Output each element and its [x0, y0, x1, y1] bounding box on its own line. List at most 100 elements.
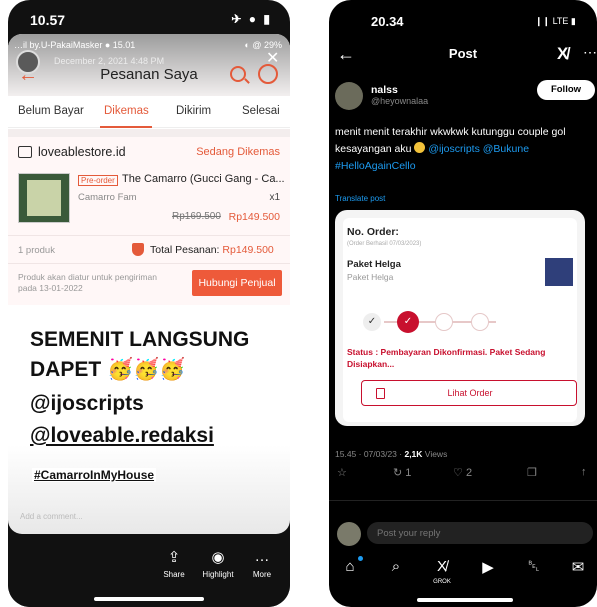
- nav-grok-label: GROK: [433, 579, 451, 585]
- share-icon: ↑: [581, 466, 587, 478]
- contact-seller-button: Hubungi Penjual: [192, 270, 282, 296]
- share-label: Share: [163, 570, 185, 579]
- highlight-icon: ◉: [211, 549, 225, 566]
- reply-input[interactable]: [367, 522, 593, 544]
- repost-icon: ↻: [393, 467, 403, 479]
- product-variant: Camarro Fam: [78, 192, 137, 203]
- heart-icon: ♡: [453, 467, 463, 479]
- nav-messages-icon[interactable]: ✉: [565, 558, 591, 576]
- product-name: The Camarro (Gucci Gang - Ca...: [122, 173, 285, 185]
- author-avatar[interactable]: [335, 82, 363, 110]
- author-name[interactable]: nalss: [371, 84, 398, 96]
- share-button[interactable]: ⇪ Share: [152, 548, 196, 579]
- author-handle[interactable]: @heyownalaa: [371, 96, 428, 106]
- reply-button[interactable]: ☆: [337, 466, 347, 479]
- like-button[interactable]: ♡ 2: [453, 466, 472, 479]
- highlight-button[interactable]: ◉ Highlight: [196, 548, 240, 579]
- right-phone: 20.34 ❙❙ LTE ▮ ← Post X̸ ⋯ nalss @heyown…: [329, 0, 597, 607]
- emoji-icon: [414, 142, 426, 153]
- nav-search-icon[interactable]: ⌕: [383, 558, 409, 575]
- bookmark-button[interactable]: ❐: [527, 466, 537, 479]
- story-frame[interactable]: …il by.U-PakaiMasker ● 15.01 ◐ @ 29% Dec…: [8, 34, 290, 534]
- shipping-note: Produk akan diatur untuk pengiriman pada…: [18, 272, 157, 293]
- total-value: Rp149.500: [222, 244, 274, 256]
- nav-video-icon[interactable]: ▶: [475, 558, 501, 576]
- product-count: 1 produk: [18, 245, 55, 256]
- like-count: 2: [465, 467, 473, 479]
- product-thumbnail: [18, 173, 70, 223]
- close-icon[interactable]: ✕: [266, 48, 279, 68]
- product-row: Pre-order The Camarro (Gucci Gang - Ca..…: [8, 167, 290, 235]
- store-icon: [18, 146, 32, 158]
- screenshot-composite: 10.57 ✈ ● ▮ …il by.U-PakaiMasker ● 15.01…: [0, 0, 597, 607]
- repost-button[interactable]: ↻ 1: [393, 466, 411, 479]
- mention-bukune[interactable]: @Bukune: [483, 143, 529, 155]
- views-count: 2,1K: [404, 449, 423, 459]
- product-qty: x1: [269, 192, 280, 203]
- own-avatar: [337, 522, 361, 546]
- story-line-3[interactable]: @ijoscripts: [30, 392, 144, 416]
- shop-header: …il by.U-PakaiMasker ● 15.01 ◐ @ 29% Dec…: [8, 34, 290, 96]
- story-text-area: SEMENIT LANGSUNG DAPET 🥳🥳🥳 @ijoscripts @…: [8, 312, 290, 534]
- store-row: loveablestore.id Sedang Dikemas: [8, 137, 290, 167]
- story-line-1: SEMENIT LANGSUNG: [30, 328, 250, 351]
- follow-button[interactable]: Follow: [537, 80, 595, 100]
- repost-count: 1: [405, 467, 412, 479]
- reply-icon: ☆: [337, 467, 347, 479]
- active-tab-indicator: [100, 126, 152, 128]
- story-hashtag[interactable]: #CamarroInMyHouse: [32, 468, 157, 482]
- story-date: December 2, 2021 4:48 PM: [54, 56, 165, 66]
- more-icon[interactable]: ⋯: [583, 44, 597, 61]
- grok-icon[interactable]: X̸: [557, 44, 568, 64]
- shop-order-screenshot: …il by.U-PakaiMasker ● 15.01 ◐ @ 29% Dec…: [8, 34, 290, 312]
- share-icon: ⇪: [167, 549, 181, 566]
- tweet-hashtag[interactable]: #HelloAgainCello: [335, 160, 416, 172]
- status-icons: ✈ ● ▮: [231, 12, 272, 26]
- bookmark-icon: ❐: [527, 467, 537, 479]
- left-phone: 10.57 ✈ ● ▮ …il by.U-PakaiMasker ● 15.01…: [8, 0, 290, 607]
- post-time: 15.45 · 07/03/23 ·: [335, 449, 405, 459]
- more-button[interactable]: … More: [240, 548, 284, 579]
- comment-input[interactable]: Add a comment...: [20, 512, 83, 521]
- step-active-icon: ✓: [397, 311, 419, 333]
- total-row: 1 produk Total Pesanan: Rp149.500: [8, 235, 290, 263]
- price-old: Rp169.500: [172, 211, 221, 222]
- more-label: More: [252, 570, 272, 579]
- mention-ijoscripts[interactable]: @ijoscripts: [428, 143, 480, 155]
- share-button[interactable]: ↑: [581, 466, 587, 478]
- package-sub: Paket Helga: [347, 272, 394, 282]
- total-label-text: Total Pesanan:: [150, 244, 220, 256]
- home-indicator: [94, 597, 204, 601]
- story-actions-bar: ⇪ Share ◉ Highlight … More: [8, 534, 290, 607]
- step-pending-icon: [471, 313, 489, 331]
- left-status-bar: 10.57 ✈ ● ▮: [8, 0, 290, 36]
- inner-status-left: …il by.U-PakaiMasker ● 15.01: [14, 40, 136, 50]
- nav-grok-icon[interactable]: X̸: [429, 558, 455, 575]
- notification-dot: [358, 556, 363, 561]
- step-done-icon: ✓: [363, 313, 381, 331]
- price-new: Rp149.500: [228, 211, 280, 223]
- order-label: No. Order:: [347, 226, 399, 238]
- tab-selesai: Selesai: [242, 105, 280, 117]
- tab-dikirim: Dikirim: [176, 105, 212, 117]
- shipping-row: Produk akan diatur untuk pengiriman pada…: [8, 263, 290, 305]
- highlight-label: Highlight: [202, 570, 234, 579]
- search-icon: [230, 66, 246, 82]
- nav-notifications-icon[interactable]: ␇: [521, 558, 547, 575]
- status-time: 20.34: [371, 14, 404, 29]
- preorder-badge: Pre-order: [78, 175, 118, 186]
- section-gap: [8, 129, 290, 137]
- step-pending-icon: [435, 313, 453, 331]
- translate-link[interactable]: Translate post: [335, 194, 385, 203]
- story-line-4[interactable]: @loveable.redaksi: [30, 424, 214, 448]
- view-order-button: Lihat Order: [361, 380, 577, 406]
- divider: [329, 500, 597, 501]
- bottom-nav: ⌂ ⌕ X̸ GROK ▶ ␇ ✉: [329, 554, 597, 594]
- total-label: Total Pesanan: Rp149.500: [150, 244, 274, 256]
- store-status: Sedang Dikemas: [196, 146, 280, 158]
- package-thumbnail: [545, 258, 573, 286]
- more-icon: …: [254, 548, 270, 565]
- package-name: Paket Helga: [347, 259, 401, 270]
- tweet-text: menit menit terakhir wkwkwk kutunggu cou…: [335, 124, 597, 175]
- order-tabs: Belum Bayar Dikemas Dikirim Selesai: [8, 96, 290, 128]
